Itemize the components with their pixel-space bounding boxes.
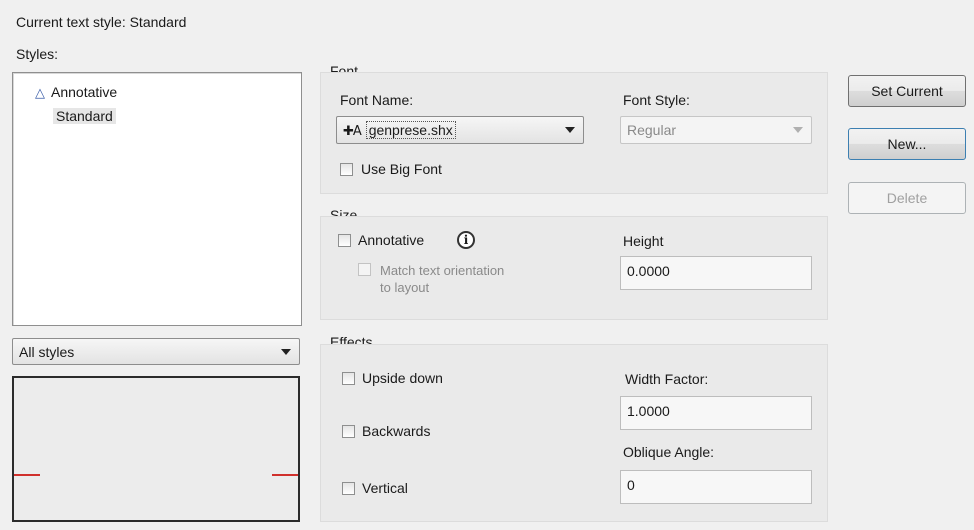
annotative-label: Annotative [358,232,425,248]
chevron-down-icon [565,127,575,133]
preview-baseline-right [272,474,298,476]
font-name-value: genprese.shx [365,121,456,139]
upside-down-checkbox[interactable] [342,372,355,385]
delete-button[interactable]: Delete [848,182,966,214]
backwards-label: Backwards [362,423,431,439]
width-factor-input[interactable]: 1.0000 [620,396,812,430]
current-style-value: Standard [129,14,187,30]
oblique-angle-label: Oblique Angle: [623,444,715,460]
info-icon[interactable]: i [457,231,475,249]
match-orientation-line2: to layout [380,280,430,295]
height-value: 0.0000 [627,263,670,279]
chevron-down-icon [793,127,803,133]
use-big-font-checkbox[interactable] [340,163,353,176]
new-button[interactable]: New... [848,128,966,160]
set-current-button[interactable]: Set Current [848,75,966,107]
annotative-checkbox[interactable] [338,234,351,247]
upside-down-label: Upside down [362,370,443,386]
font-style-value: Regular [627,122,677,138]
styles-label: Styles: [16,46,59,62]
width-factor-label: Width Factor: [625,371,709,387]
font-style-label: Font Style: [623,92,690,108]
current-style-caption: Current text style: [16,14,126,30]
oblique-angle-input[interactable]: 0 [620,470,812,504]
chevron-down-icon [281,349,291,355]
font-name-dropdown[interactable]: ✚A genprese.shx [336,116,584,144]
shx-font-icon: ✚A [343,124,362,139]
filter-value: All styles [19,344,75,360]
vertical-label: Vertical [362,480,408,496]
list-item-standard[interactable]: Standard [53,105,116,127]
preview-baseline-left [14,474,40,476]
backwards-checkbox[interactable] [342,425,355,438]
font-style-dropdown[interactable]: Regular [620,116,812,144]
match-orientation-line1: Match text orientation [380,263,505,278]
oblique-angle-value: 0 [627,477,635,493]
current-text-style-label: Current text style: Standard [16,14,186,30]
list-item-annotative[interactable]: △ Annotative [35,81,117,103]
use-big-font-label: Use Big Font [361,161,442,177]
annotative-triangle-icon: △ [35,85,45,100]
match-orientation-label: Match text orientation to layout [380,262,504,296]
match-orientation-checkbox[interactable] [358,263,371,276]
height-label: Height [623,233,664,249]
width-factor-value: 1.0000 [627,403,670,419]
list-item-label: Standard [53,108,116,124]
styles-filter-dropdown[interactable]: All styles [12,338,300,365]
styles-list[interactable]: △ Annotative Standard [12,72,302,326]
font-name-label: Font Name: [340,92,414,108]
vertical-checkbox[interactable] [342,482,355,495]
text-preview [12,376,300,522]
list-item-label: Annotative [51,84,118,100]
height-input[interactable]: 0.0000 [620,256,812,290]
